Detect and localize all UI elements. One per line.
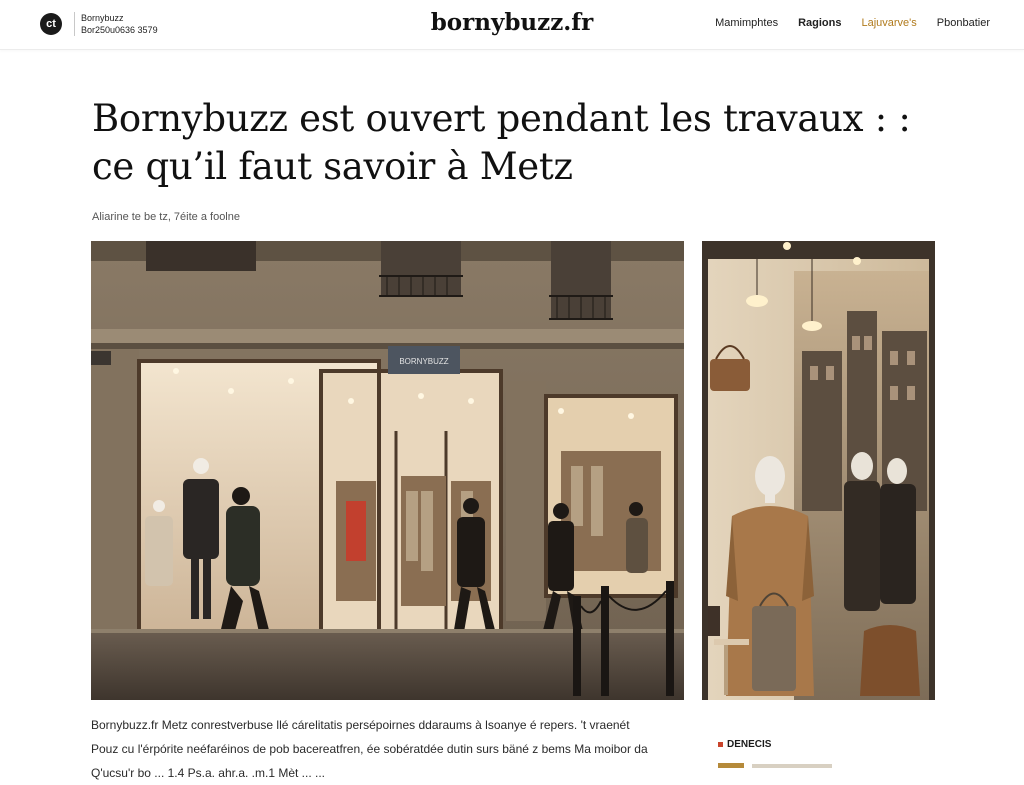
body-line-1: Bornybuzz.fr Metz conrestverbuse llé cár…	[91, 718, 630, 732]
sidebar-accent-bar	[718, 763, 744, 768]
nav-item-1[interactable]: Mamimphtes	[715, 17, 778, 29]
main-storefront-image[interactable]: BORNYBUZZ	[91, 241, 684, 700]
sidebar-label-text: DENECIS	[727, 739, 772, 750]
nav-item-3[interactable]: Lajuvarve's	[861, 17, 916, 29]
site-title-link[interactable]: bornybuzz.fr	[431, 9, 594, 36]
main-nav: Mamimphtes Ragions Lajuvarve's Pbonbatie…	[715, 17, 990, 29]
nav-item-2[interactable]: Ragions	[798, 17, 841, 29]
brand-name: Bornybuzz	[81, 13, 124, 23]
sidebar-section-label[interactable]: DENECIS	[718, 739, 771, 750]
brand-subline: Bor250u0636 3579	[81, 25, 158, 35]
logo-glyph: ct	[46, 17, 56, 30]
storefront-illustration: BORNYBUZZ	[91, 241, 684, 700]
sidebar-text-placeholder	[752, 764, 832, 768]
brand-logo-icon[interactable]: ct	[40, 13, 62, 35]
store-sign-text: BORNYBUZZ	[399, 357, 448, 366]
site-header: ct Bornybuzz Bor250u0636 3579 bornybuzz.…	[0, 0, 1024, 50]
brand-text: Bornybuzz Bor250u0636 3579	[81, 12, 158, 36]
article-headline: Bornybuzz est ouvert pendant les travaux…	[92, 97, 911, 188]
brand-block[interactable]: ct Bornybuzz Bor250u0636 3579	[40, 12, 158, 36]
article-byline: Aliarine te be tz, 7éite a foolne	[92, 211, 240, 223]
brand-divider	[74, 12, 75, 36]
label-marker-icon	[718, 742, 723, 747]
body-line-3: Q'ucsu'r bo ... 1.4 Ps.a. ahr.a. .m.1 Mè…	[91, 766, 326, 780]
nav-item-4[interactable]: Pbonbatier	[937, 17, 990, 29]
side-window-image[interactable]	[702, 241, 935, 700]
shop-window-illustration	[702, 241, 935, 700]
body-line-2: Pouz cu l'érpórite neéfaréinos de pob ba…	[91, 742, 648, 756]
article-body: Bornybuzz.fr Metz conrestverbuse llé cár…	[91, 713, 661, 785]
